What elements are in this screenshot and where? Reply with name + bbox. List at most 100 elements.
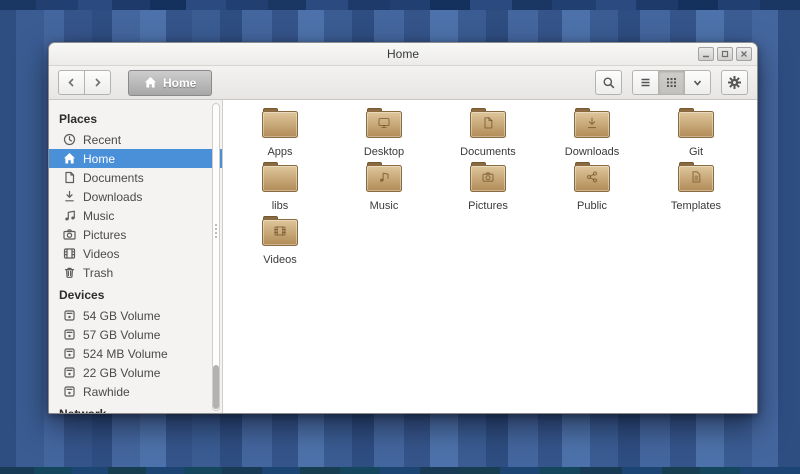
sidebar-item-rawhide[interactable]: Rawhide bbox=[49, 382, 222, 401]
sidebar-item-22-gb-volume[interactable]: 22 GB Volume bbox=[49, 363, 222, 382]
scrollbar-grip bbox=[215, 224, 217, 238]
folder-label: Documents bbox=[460, 146, 516, 158]
sidebar-item-recent[interactable]: Recent bbox=[49, 130, 222, 149]
file-icon-view[interactable]: Apps Desktop Documents Downloads Git lib… bbox=[223, 100, 757, 413]
folder-icon bbox=[261, 108, 299, 144]
film-icon bbox=[63, 247, 76, 260]
view-options-button[interactable] bbox=[684, 70, 711, 95]
folder-item-desktop[interactable]: Desktop bbox=[332, 108, 436, 162]
list-view-button[interactable] bbox=[632, 70, 659, 95]
back-button[interactable] bbox=[58, 70, 85, 95]
sidebar-scrollbar-thumb[interactable] bbox=[213, 365, 219, 409]
maximize-button[interactable] bbox=[717, 47, 733, 61]
search-button[interactable] bbox=[595, 70, 622, 95]
folder-icon bbox=[469, 162, 507, 198]
sidebar-item-pictures[interactable]: Pictures bbox=[49, 225, 222, 244]
folder-label: Downloads bbox=[564, 146, 620, 158]
titlebar[interactable]: Home bbox=[49, 43, 757, 66]
sidebar-scrollbar[interactable] bbox=[212, 103, 220, 411]
folder-label: Music bbox=[369, 200, 399, 212]
location-label: Home bbox=[163, 75, 197, 90]
sidebar-section: Devices 54 GB Volume 57 GB Volume 524 MB… bbox=[49, 282, 222, 401]
folder-item-pictures[interactable]: Pictures bbox=[436, 162, 540, 216]
sidebar-item-label: Videos bbox=[83, 246, 120, 261]
folder-label: Videos bbox=[263, 254, 297, 266]
camera-icon bbox=[63, 228, 76, 241]
grid-view-button[interactable] bbox=[658, 70, 685, 95]
home-icon bbox=[145, 77, 156, 88]
sidebar-item-label: 54 GB Volume bbox=[83, 308, 161, 323]
wallpaper-top-band bbox=[0, 0, 800, 10]
folder-label: libs bbox=[271, 200, 289, 212]
sidebar-item-label: Trash bbox=[83, 265, 114, 280]
history-nav bbox=[58, 70, 111, 95]
sidebar-item-label: 57 GB Volume bbox=[83, 327, 161, 342]
minimize-button[interactable] bbox=[698, 47, 714, 61]
close-icon bbox=[741, 51, 747, 57]
download-icon bbox=[63, 190, 76, 203]
sidebar-item-label: Documents bbox=[83, 170, 144, 185]
folder-label: Apps bbox=[267, 146, 293, 158]
chevron-down-icon bbox=[693, 80, 702, 86]
folder-icon bbox=[261, 216, 299, 252]
search-icon bbox=[603, 77, 614, 88]
folder-item-git[interactable]: Git bbox=[644, 108, 748, 162]
trash-icon bbox=[63, 266, 76, 279]
list-view-icon bbox=[641, 78, 650, 87]
sidebar-item-57-gb-volume[interactable]: 57 GB Volume bbox=[49, 325, 222, 344]
sidebar-item-videos[interactable]: Videos bbox=[49, 244, 222, 263]
window-controls bbox=[698, 47, 752, 61]
sidebar-item-music[interactable]: Music bbox=[49, 206, 222, 225]
folder-item-downloads[interactable]: Downloads bbox=[540, 108, 644, 162]
sidebar-item-label: Recent bbox=[83, 132, 122, 147]
folder-item-public[interactable]: Public bbox=[540, 162, 644, 216]
document-icon bbox=[63, 171, 76, 184]
chevron-left-icon bbox=[68, 78, 74, 87]
file-manager-window: Home Home Places Recent Home Documents D… bbox=[48, 42, 758, 414]
grid-view-icon bbox=[667, 78, 676, 87]
folder-label: Git bbox=[688, 146, 704, 158]
folder-icon bbox=[573, 108, 611, 144]
folder-icon bbox=[677, 162, 715, 198]
sidebar-item-label: 22 GB Volume bbox=[83, 365, 161, 380]
wallpaper-bottom-band bbox=[0, 467, 800, 474]
drive-icon bbox=[63, 347, 76, 360]
drive-icon bbox=[63, 328, 76, 341]
sidebar-section: Places Recent Home Documents Downloads M… bbox=[49, 106, 222, 282]
home-icon bbox=[63, 152, 76, 165]
chevron-right-icon bbox=[95, 78, 101, 87]
folder-item-documents[interactable]: Documents bbox=[436, 108, 540, 162]
settings-button[interactable] bbox=[721, 70, 748, 95]
close-button[interactable] bbox=[736, 47, 752, 61]
sidebar-item-trash[interactable]: Trash bbox=[49, 263, 222, 282]
minimize-icon bbox=[703, 55, 709, 58]
window-title: Home bbox=[386, 47, 419, 61]
folder-icon bbox=[365, 162, 403, 198]
folder-item-apps[interactable]: Apps bbox=[228, 108, 332, 162]
folder-icon bbox=[365, 108, 403, 144]
sidebar-item-54-gb-volume[interactable]: 54 GB Volume bbox=[49, 306, 222, 325]
sidebar-section-header: Devices bbox=[59, 288, 105, 302]
sidebar-item-home[interactable]: Home bbox=[49, 149, 222, 168]
sidebar: Places Recent Home Documents Downloads M… bbox=[49, 100, 223, 413]
folder-label: Pictures bbox=[468, 200, 508, 212]
folder-item-templates[interactable]: Templates bbox=[644, 162, 748, 216]
folder-label: Templates bbox=[670, 200, 722, 212]
sidebar-item-downloads[interactable]: Downloads bbox=[49, 187, 222, 206]
toolbar: Home bbox=[49, 66, 757, 100]
folder-item-libs[interactable]: libs bbox=[228, 162, 332, 216]
folder-icon bbox=[469, 108, 507, 144]
drive-icon bbox=[63, 366, 76, 379]
sidebar-section: Network bbox=[49, 401, 222, 413]
folder-item-music[interactable]: Music bbox=[332, 162, 436, 216]
sidebar-item-524-mb-volume[interactable]: 524 MB Volume bbox=[49, 344, 222, 363]
sidebar-item-documents[interactable]: Documents bbox=[49, 168, 222, 187]
music-icon bbox=[63, 209, 76, 222]
folder-icon bbox=[261, 162, 299, 198]
folder-label: Public bbox=[577, 200, 607, 212]
location-home-button[interactable]: Home bbox=[128, 69, 213, 96]
folder-item-videos[interactable]: Videos bbox=[228, 216, 332, 270]
window-content: Places Recent Home Documents Downloads M… bbox=[49, 100, 757, 413]
sidebar-item-label: Home bbox=[83, 151, 116, 166]
forward-button[interactable] bbox=[84, 70, 111, 95]
